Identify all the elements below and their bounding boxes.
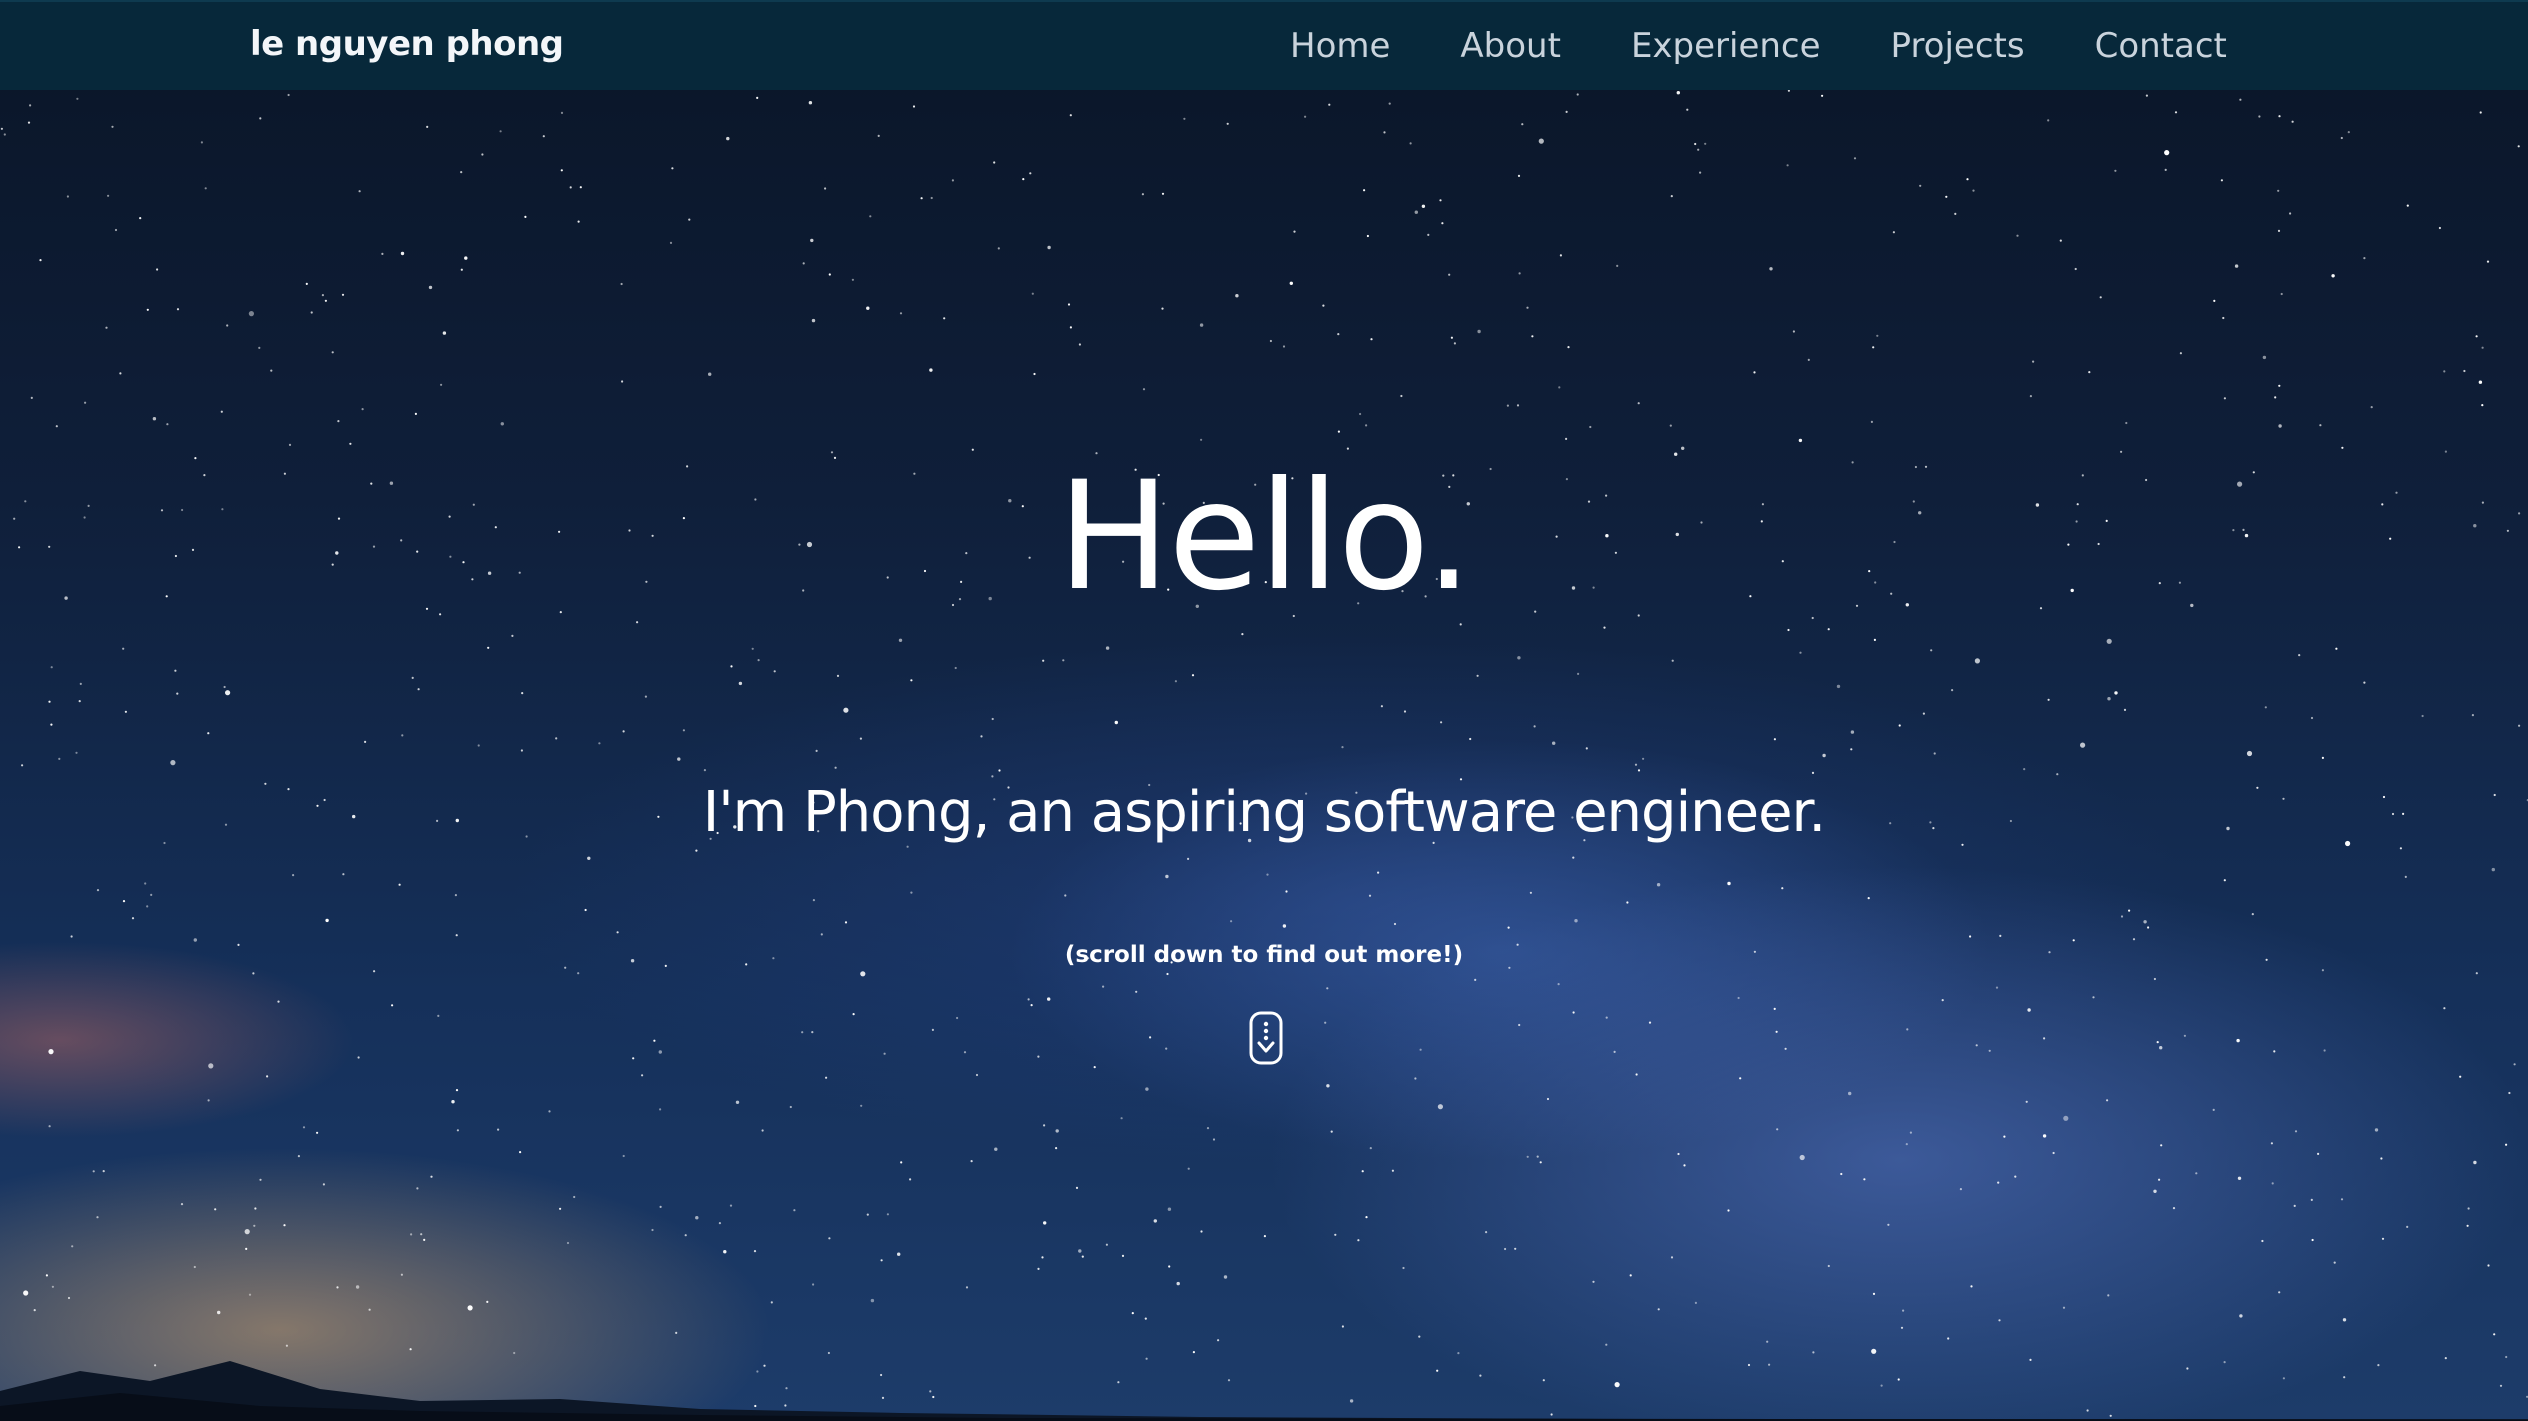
hero-section: Hello. I'm Phong, an aspiring software e… <box>0 0 2528 1421</box>
hero-title: Hello. <box>1057 450 1472 624</box>
hero-subtitle: I'm Phong, an aspiring software engineer… <box>702 780 1826 845</box>
scroll-hint: (scroll down to find out more!) <box>1064 942 1464 968</box>
mouse-scroll-down-icon[interactable] <box>1248 1010 1284 1066</box>
page: le nguyen phong Home About Experience Pr… <box>0 0 2528 1421</box>
